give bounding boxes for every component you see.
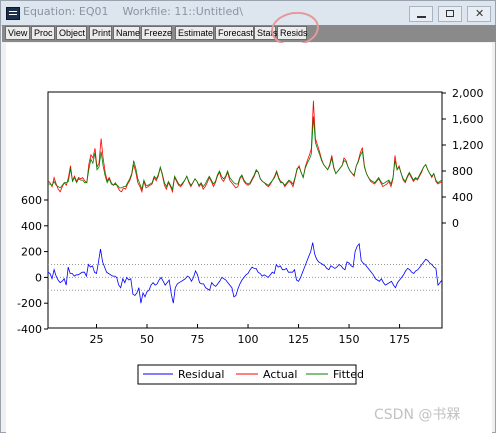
- eviews-app-icon[interactable]: [6, 7, 20, 20]
- resid-actual-fitted-chart: 2,000 1,600 1,200 800 400 0 600 400 200 0 -200 -400…: [17, 87, 484, 385]
- legend-label-residual: Residual: [178, 368, 224, 381]
- plot-frame: [47, 91, 443, 329]
- proc-button[interactable]: Proc: [31, 26, 55, 40]
- name-button[interactable]: Name: [113, 26, 140, 40]
- equation-window: Equation: EQ01 Workfile: 11::Untitled\ ✕…: [0, 0, 496, 434]
- right-axis-tick-label: 2,000: [452, 87, 484, 100]
- object-button[interactable]: Object: [56, 26, 87, 40]
- left-axis-tick-label: -400: [17, 323, 42, 336]
- watermark: CSDN @书槑: [374, 407, 461, 423]
- maximize-button[interactable]: [438, 6, 462, 22]
- title-bar[interactable]: Equation: EQ01 Workfile: 11::Untitled\ ✕: [1, 1, 495, 26]
- left-axis-tick-label: 400: [21, 220, 42, 233]
- x-axis-tick-label: 150: [339, 333, 360, 346]
- print-button[interactable]: Print: [89, 26, 112, 40]
- right-axis-tick-label: 1,200: [452, 139, 484, 152]
- x-axis-tick-label: 25: [89, 333, 103, 346]
- close-icon: ✕: [475, 7, 485, 20]
- right-axis-tick-label: 400: [452, 191, 473, 204]
- graph-area: 2,000 1,600 1,200 800 400 0 600 400 200 0 -200 -400…: [6, 43, 492, 434]
- window-title: Equation: EQ01 Workfile: 11::Untitled\: [23, 5, 243, 18]
- right-axis-tick-label: 0: [452, 217, 459, 230]
- right-axis-tick-label: 1,600: [452, 113, 484, 126]
- x-axis-tick-label: 175: [389, 333, 410, 346]
- left-axis-tick-label: 0: [35, 271, 42, 284]
- legend-label-actual: Actual: [263, 368, 297, 381]
- left-axis-tick-label: 600: [21, 194, 42, 207]
- left-axis-tick-label: -200: [17, 297, 42, 310]
- view-button[interactable]: View: [5, 26, 30, 40]
- toolbar: View Proc Object Print Name Freeze Estim…: [2, 25, 496, 42]
- x-axis-tick-label: 125: [288, 333, 309, 346]
- minimize-button[interactable]: [409, 6, 433, 22]
- legend-label-fitted: Fitted: [333, 368, 364, 381]
- x-axis-tick-label: 100: [238, 333, 259, 346]
- x-axis-tick-label: 75: [191, 333, 205, 346]
- minimize-icon: [417, 16, 426, 18]
- left-axis-tick-label: 200: [21, 246, 42, 259]
- forecast-button[interactable]: Forecast: [215, 26, 254, 40]
- close-button[interactable]: ✕: [467, 6, 491, 22]
- right-axis-tick-label: 800: [452, 165, 473, 178]
- x-axis-tick-label: 50: [140, 333, 154, 346]
- maximize-icon: [446, 10, 454, 17]
- freeze-button[interactable]: Freeze: [141, 26, 172, 40]
- estimate-button[interactable]: Estimate: [175, 26, 214, 40]
